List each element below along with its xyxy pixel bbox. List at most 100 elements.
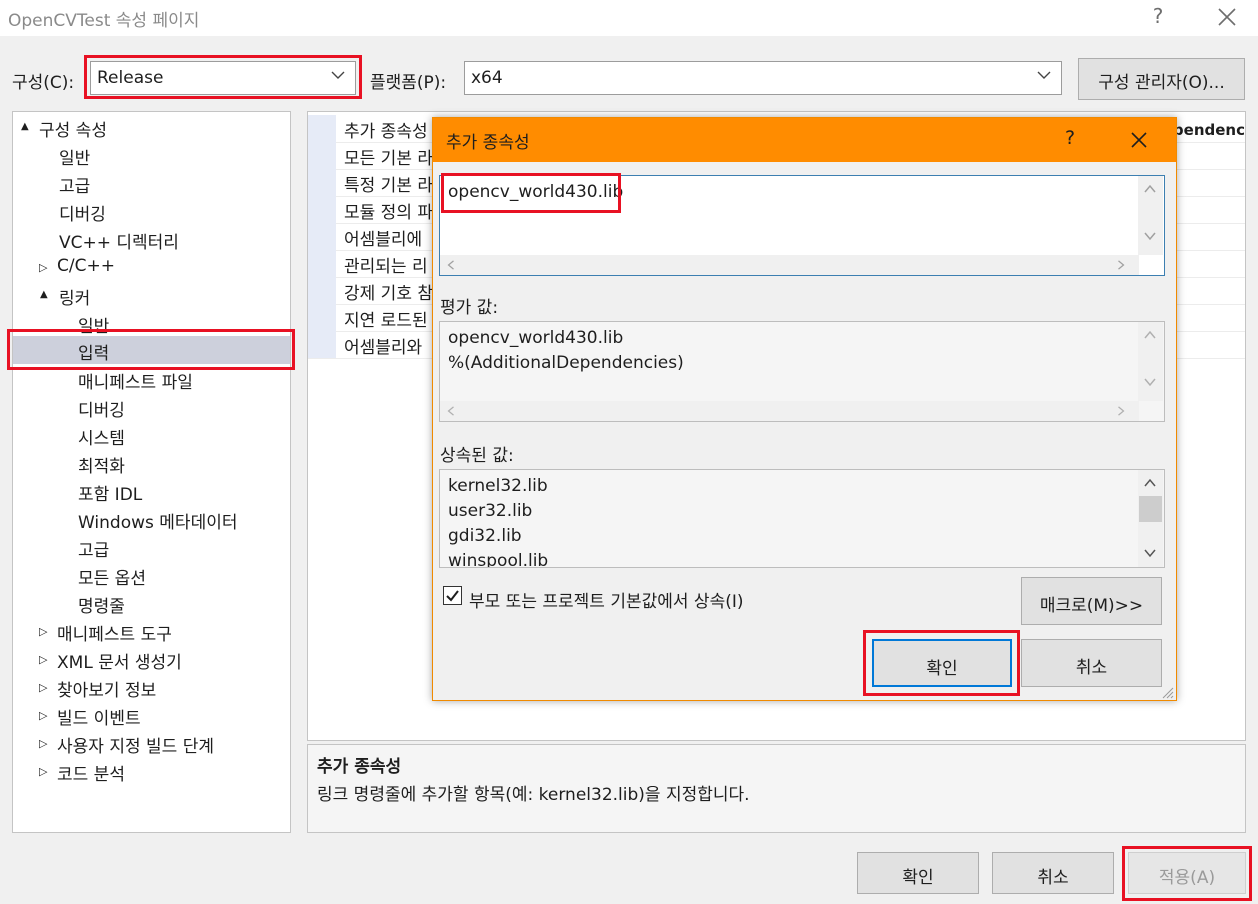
grid-row-label: 지연 로드된	[344, 311, 428, 331]
tree-item-config-properties[interactable]: ▲ 구성 속성	[13, 114, 290, 141]
tree-item-manifest-tool[interactable]: ▷ 매니페스트 도구	[13, 618, 290, 645]
tree-item-label: 찾아보기 정보	[57, 681, 157, 701]
tree-item-linker[interactable]: ▲ 링커	[13, 282, 290, 309]
vertical-scrollbar[interactable]	[1138, 322, 1163, 401]
tree-item-label: 링커	[59, 289, 91, 309]
checkmark-icon	[446, 590, 459, 602]
chevron-up-icon	[1144, 330, 1156, 339]
horizontal-scrollbar[interactable]	[440, 255, 1139, 275]
tree-item-label: XML 문서 생성기	[57, 653, 182, 673]
tree-item-label: 매니페스트 파일	[78, 373, 193, 393]
chevron-left-icon	[447, 260, 454, 270]
expand-triangle-icon[interactable]: ▷	[39, 765, 47, 778]
tree-item-all-options[interactable]: 모든 옵션	[13, 562, 290, 589]
tree-item-label: 사용자 지정 빌드 단계	[57, 737, 214, 757]
inherit-checkbox[interactable]	[443, 586, 462, 605]
scrollbar-thumb[interactable]	[1139, 496, 1162, 522]
tree-item-linker-debugging[interactable]: 디버깅	[13, 394, 290, 421]
tree-item-system[interactable]: 시스템	[13, 422, 290, 449]
chevron-down-icon	[1144, 549, 1156, 558]
dialog-title: 추가 종속성	[446, 133, 530, 153]
vertical-scrollbar[interactable]	[1138, 176, 1163, 255]
chevron-down-icon	[1037, 71, 1051, 79]
tree-item-label: 디버깅	[59, 205, 106, 225]
close-icon	[1218, 8, 1236, 26]
tree-item-label: C/C++	[57, 256, 115, 276]
tree-item-vc-directories[interactable]: VC++ 디렉터리	[13, 226, 290, 253]
tree-item-command-line[interactable]: 명령줄	[13, 590, 290, 617]
tree-item-label: 모든 옵션	[78, 569, 146, 589]
inherit-checkbox-label[interactable]: 부모 또는 프로젝트 기본값에서 상속(I)	[469, 587, 744, 612]
additional-dependencies-dialog: 추가 종속성 ? opencv_world430.lib 평가 값: openc…	[432, 117, 1177, 701]
highlight-apply	[1122, 846, 1252, 901]
dialog-help-button[interactable]: ?	[1065, 127, 1075, 149]
expand-triangle-icon[interactable]: ▷	[39, 737, 47, 750]
cancel-button[interactable]: 취소	[992, 852, 1114, 894]
close-button[interactable]	[1214, 4, 1240, 30]
expand-triangle-icon[interactable]: ▷	[39, 625, 47, 638]
window-title: OpenCVTest 속성 페이지	[8, 11, 200, 31]
configuration-label: 구성(C):	[12, 73, 75, 93]
tree-item-label: 빌드 이벤트	[57, 709, 141, 729]
tree-item-windows-metadata[interactable]: Windows 메타데이터	[13, 506, 290, 533]
tree-item-linker-advanced[interactable]: 고급	[13, 534, 290, 561]
tree-item-label: VC++ 디렉터리	[59, 233, 179, 253]
chevron-up-icon	[1144, 184, 1156, 193]
tree-item-label: 시스템	[78, 429, 125, 449]
tree-item-optimization[interactable]: 최적화	[13, 450, 290, 477]
tree-item-general[interactable]: 일반	[13, 142, 290, 169]
description-panel: 추가 종속성 링크 명령줄에 추가할 항목(예: kernel32.lib)을 …	[307, 744, 1246, 833]
dialog-close-icon[interactable]	[1129, 130, 1149, 150]
property-tree: ▲ 구성 속성 일반 고급 디버깅 VC++ 디렉터리 ▷ C/C++ ▲ 링커…	[12, 111, 291, 833]
tree-item-advanced[interactable]: 고급	[13, 170, 290, 197]
expand-triangle-icon[interactable]: ▷	[39, 261, 47, 274]
chevron-right-icon	[1118, 260, 1125, 270]
tree-item-debugging[interactable]: 디버깅	[13, 198, 290, 225]
dialog-cancel-button[interactable]: 취소	[1021, 639, 1162, 687]
tree-item-label: 고급	[59, 177, 91, 197]
expand-triangle-icon[interactable]: ▷	[39, 681, 47, 694]
expand-triangle-icon[interactable]: ▷	[39, 709, 47, 722]
description-title: 추가 종속성	[317, 757, 402, 777]
inherited-label: 상속된 값:	[440, 446, 514, 466]
tree-item-label: 명령줄	[78, 597, 125, 617]
description-text: 링크 명령줄에 추가할 항목(예: kernel32.lib)을 지정합니다.	[317, 785, 750, 805]
expand-triangle-icon[interactable]: ▷	[39, 653, 47, 666]
chevron-down-icon	[1144, 232, 1156, 241]
chevron-up-icon	[1144, 478, 1156, 487]
list-item: user32.lib	[448, 501, 533, 521]
tree-item-browse-info[interactable]: ▷ 찾아보기 정보	[13, 674, 290, 701]
title-bar: OpenCVTest 속성 페이지 ?	[0, 0, 1258, 36]
macro-button[interactable]: 매크로(M)>>	[1021, 577, 1162, 625]
grid-row-label: 모든 기본 라	[344, 149, 434, 169]
resize-grip-icon[interactable]	[1160, 685, 1174, 699]
ok-button[interactable]: 확인	[857, 852, 979, 894]
platform-select[interactable]: x64	[464, 61, 1062, 95]
highlight-dialog-ok	[863, 630, 1020, 696]
tree-item-label: 디버깅	[78, 401, 125, 421]
tree-item-label: 매니페스트 도구	[57, 625, 172, 645]
vertical-scrollbar[interactable]	[1138, 470, 1163, 567]
grid-row-label: 강제 기호 참	[344, 284, 434, 304]
tree-item-cpp[interactable]: ▷ C/C++	[13, 254, 290, 280]
dialog-title-bar: 추가 종속성 ?	[433, 118, 1176, 162]
inherited-values-list: kernel32.lib user32.lib gdi32.lib winspo…	[439, 469, 1165, 568]
list-item: gdi32.lib	[448, 526, 522, 546]
help-button[interactable]: ?	[1148, 4, 1168, 28]
tree-item-build-events[interactable]: ▷ 빌드 이벤트	[13, 702, 290, 729]
tree-item-label: 포함 IDL	[78, 485, 143, 505]
grid-row-label: 어셈블리에	[344, 230, 423, 250]
tree-item-embedded-idl[interactable]: 포함 IDL	[13, 478, 290, 505]
tree-item-code-analysis[interactable]: ▷ 코드 분석	[13, 758, 290, 785]
horizontal-scrollbar[interactable]	[440, 401, 1139, 421]
tree-item-label: 코드 분석	[57, 765, 125, 785]
chevron-right-icon	[1118, 406, 1125, 416]
chevron-left-icon	[447, 406, 454, 416]
tree-item-custom-build-step[interactable]: ▷ 사용자 지정 빌드 단계	[13, 730, 290, 757]
tree-item-xml-doc-generator[interactable]: ▷ XML 문서 생성기	[13, 646, 290, 673]
collapse-triangle-icon[interactable]: ▲	[21, 121, 29, 132]
configuration-manager-button[interactable]: 구성 관리자(O)...	[1078, 58, 1245, 100]
evaluated-line: %(AdditionalDependencies)	[448, 353, 684, 373]
collapse-triangle-icon[interactable]: ▲	[40, 289, 48, 300]
grid-row-label: 관리되는 리	[344, 257, 428, 277]
